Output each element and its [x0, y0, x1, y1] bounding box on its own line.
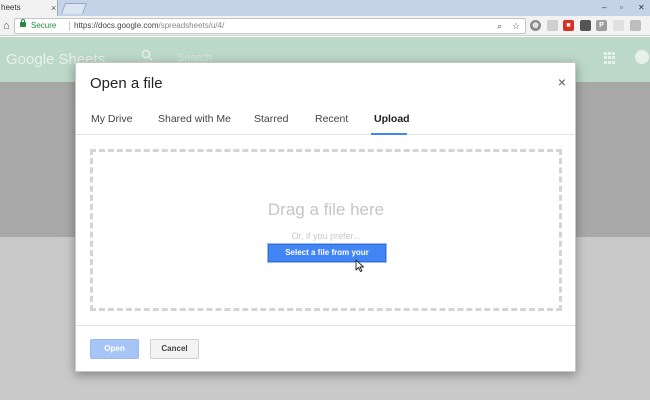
browser-tab-strip: heets × – ▫ ✕	[0, 0, 650, 16]
tab-recent[interactable]: Recent	[315, 113, 348, 125]
active-tab-indicator	[371, 133, 407, 135]
browser-tab-close-icon[interactable]: ×	[51, 0, 56, 16]
open-button[interactable]: Open	[90, 339, 139, 359]
extension-pocket-icon[interactable]: P	[596, 20, 607, 31]
extension-screen-icon[interactable]	[630, 20, 641, 31]
account-avatar-icon[interactable]	[635, 50, 649, 64]
file-drop-zone[interactable]: Drag a file here Or, if you prefer... Se…	[90, 149, 562, 311]
tab-my-drive[interactable]: My Drive	[91, 113, 132, 125]
footer-divider	[76, 325, 575, 326]
drag-file-text: Drag a file here	[267, 200, 385, 219]
extension-dark-icon[interactable]	[580, 20, 591, 31]
url-text[interactable]: https://docs.google.com/spreadsheets/u/4…	[74, 19, 224, 33]
tab-upload[interactable]: Upload	[374, 113, 410, 125]
window-close-icon[interactable]: ✕	[638, 4, 646, 12]
dialog-tabs: My Drive Shared with Me Starred Recent U…	[76, 105, 575, 135]
minimize-icon[interactable]: –	[602, 4, 610, 12]
or-text: Or, if you prefer...	[291, 231, 361, 241]
cancel-button[interactable]: Cancel	[150, 339, 199, 359]
home-icon[interactable]: ⌂	[3, 19, 10, 33]
tab-starred[interactable]: Starred	[254, 113, 288, 125]
extension-icon[interactable]	[547, 20, 558, 31]
maximize-icon[interactable]: ▫	[620, 4, 628, 12]
mouse-cursor-icon	[355, 259, 364, 272]
secure-label: Secure	[31, 21, 57, 30]
lock-icon	[20, 19, 26, 27]
extension-light-icon[interactable]	[613, 20, 624, 31]
address-separator	[69, 21, 70, 31]
browser-tab[interactable]: heets ×	[0, 0, 58, 16]
zoom-icon[interactable]: ⌕	[497, 19, 502, 33]
address-bar[interactable]: Secure https://docs.google.com/spreadshe…	[14, 18, 526, 34]
dialog-close-icon[interactable]: ×	[558, 75, 566, 89]
open-file-dialog: Open a file × My Drive Shared with Me St…	[75, 62, 576, 372]
select-file-button[interactable]: Select a file from your computer	[268, 244, 386, 273]
browser-tab-title: heets	[1, 3, 21, 12]
apps-grid-icon[interactable]	[604, 52, 616, 64]
browser-toolbar: ⌂ Secure https://docs.google.com/spreads…	[0, 16, 650, 36]
extension-globe-icon[interactable]: ◍	[530, 20, 541, 31]
dialog-title: Open a file	[90, 75, 163, 92]
app-search-icon[interactable]	[141, 49, 153, 61]
url-path: /spreadsheets/u/4/	[158, 21, 225, 30]
new-tab-button[interactable]	[60, 3, 88, 14]
tab-shared-with-me[interactable]: Shared with Me	[158, 113, 231, 125]
url-host: https://docs.google.com	[74, 21, 159, 30]
extension-record-icon[interactable]: ■	[563, 20, 574, 31]
window-controls: – ▫ ✕	[602, 0, 646, 16]
bookmark-star-icon[interactable]: ☆	[512, 19, 520, 33]
